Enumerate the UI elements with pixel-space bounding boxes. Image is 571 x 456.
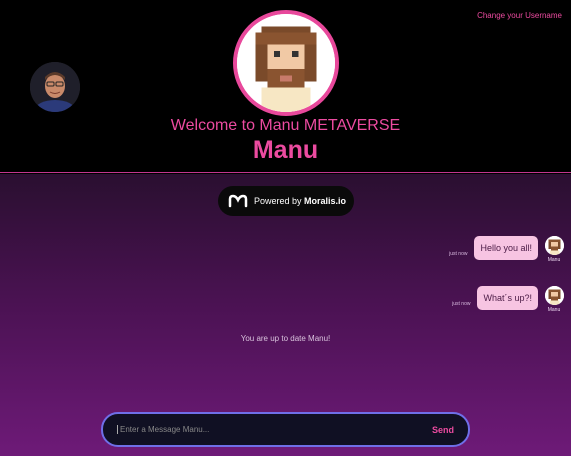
- header: Change your Username Welcome to Manu MET…: [0, 0, 571, 173]
- author-avatar-image: [544, 286, 564, 305]
- main-avatar: [233, 10, 339, 116]
- message-bubble: What´s up?!: [477, 286, 538, 310]
- message-input[interactable]: [117, 425, 432, 434]
- up-to-date-status: You are up to date Manu!: [240, 334, 331, 343]
- change-username-link[interactable]: Change your Username: [477, 11, 562, 20]
- send-button[interactable]: Send: [432, 425, 454, 435]
- author-name: Manu: [547, 257, 561, 263]
- author-name: Manu: [547, 307, 561, 313]
- author-avatar: [544, 236, 564, 255]
- message-author: Manu: [543, 236, 565, 263]
- username-title: Manu: [252, 136, 319, 164]
- profile-photo[interactable]: [30, 62, 80, 112]
- pixel-avatar-image: [237, 14, 335, 112]
- message-composer: Send: [101, 412, 470, 447]
- powered-by-label: Powered by Moralis.io: [254, 196, 347, 206]
- welcome-text: Welcome to Manu METAVERSE: [170, 117, 401, 134]
- author-avatar-image: [544, 236, 564, 255]
- author-avatar: [544, 286, 564, 305]
- message-row: just now Hello you all! Manu: [449, 236, 565, 263]
- profile-photo-image: [30, 62, 80, 112]
- message-row: just now What´s up?! Manu: [452, 286, 565, 313]
- chat-area: Powered by Moralis.io just now Hello you…: [0, 174, 571, 456]
- message-author: Manu: [543, 286, 565, 313]
- moralis-logo-icon: [228, 194, 248, 208]
- message-bubble: Hello you all!: [474, 236, 538, 260]
- message-time: just now: [452, 301, 471, 307]
- powered-by-moralis-badge[interactable]: Powered by Moralis.io: [218, 186, 354, 216]
- message-time: just now: [449, 251, 468, 257]
